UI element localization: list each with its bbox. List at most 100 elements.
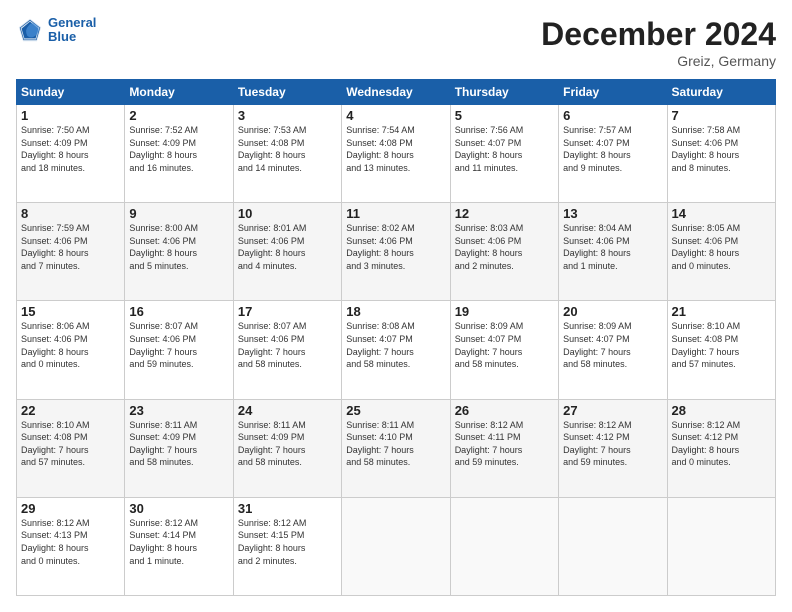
logo-line2: Blue — [48, 30, 96, 44]
logo-line1: General — [48, 16, 96, 30]
table-cell: 30Sunrise: 8:12 AM Sunset: 4:14 PM Dayli… — [125, 497, 233, 595]
logo: General Blue — [16, 16, 96, 45]
day-info: Sunrise: 8:12 AM Sunset: 4:15 PM Dayligh… — [238, 517, 337, 567]
table-cell: 25Sunrise: 8:11 AM Sunset: 4:10 PM Dayli… — [342, 399, 450, 497]
day-number: 3 — [238, 108, 337, 123]
day-info: Sunrise: 8:08 AM Sunset: 4:07 PM Dayligh… — [346, 320, 445, 370]
table-cell: 10Sunrise: 8:01 AM Sunset: 4:06 PM Dayli… — [233, 203, 341, 301]
table-cell: 18Sunrise: 8:08 AM Sunset: 4:07 PM Dayli… — [342, 301, 450, 399]
table-cell: 6Sunrise: 7:57 AM Sunset: 4:07 PM Daylig… — [559, 105, 667, 203]
table-cell: 22Sunrise: 8:10 AM Sunset: 4:08 PM Dayli… — [17, 399, 125, 497]
day-info: Sunrise: 7:57 AM Sunset: 4:07 PM Dayligh… — [563, 124, 662, 174]
table-cell: 27Sunrise: 8:12 AM Sunset: 4:12 PM Dayli… — [559, 399, 667, 497]
day-info: Sunrise: 8:12 AM Sunset: 4:11 PM Dayligh… — [455, 419, 554, 469]
table-cell: 7Sunrise: 7:58 AM Sunset: 4:06 PM Daylig… — [667, 105, 775, 203]
table-cell: 9Sunrise: 8:00 AM Sunset: 4:06 PM Daylig… — [125, 203, 233, 301]
day-number: 20 — [563, 304, 662, 319]
day-info: Sunrise: 8:10 AM Sunset: 4:08 PM Dayligh… — [21, 419, 120, 469]
day-number: 28 — [672, 403, 771, 418]
table-cell: 21Sunrise: 8:10 AM Sunset: 4:08 PM Dayli… — [667, 301, 775, 399]
day-number: 17 — [238, 304, 337, 319]
day-number: 8 — [21, 206, 120, 221]
day-number: 22 — [21, 403, 120, 418]
col-sunday: Sunday — [17, 80, 125, 105]
day-info: Sunrise: 8:11 AM Sunset: 4:09 PM Dayligh… — [238, 419, 337, 469]
day-info: Sunrise: 8:00 AM Sunset: 4:06 PM Dayligh… — [129, 222, 228, 272]
table-cell: 28Sunrise: 8:12 AM Sunset: 4:12 PM Dayli… — [667, 399, 775, 497]
day-info: Sunrise: 8:05 AM Sunset: 4:06 PM Dayligh… — [672, 222, 771, 272]
table-cell: 19Sunrise: 8:09 AM Sunset: 4:07 PM Dayli… — [450, 301, 558, 399]
day-number: 6 — [563, 108, 662, 123]
day-info: Sunrise: 8:12 AM Sunset: 4:12 PM Dayligh… — [563, 419, 662, 469]
table-cell: 16Sunrise: 8:07 AM Sunset: 4:06 PM Dayli… — [125, 301, 233, 399]
day-number: 12 — [455, 206, 554, 221]
col-tuesday: Tuesday — [233, 80, 341, 105]
table-cell: 1Sunrise: 7:50 AM Sunset: 4:09 PM Daylig… — [17, 105, 125, 203]
day-info: Sunrise: 7:58 AM Sunset: 4:06 PM Dayligh… — [672, 124, 771, 174]
day-number: 30 — [129, 501, 228, 516]
day-info: Sunrise: 8:09 AM Sunset: 4:07 PM Dayligh… — [563, 320, 662, 370]
day-info: Sunrise: 8:07 AM Sunset: 4:06 PM Dayligh… — [238, 320, 337, 370]
day-number: 10 — [238, 206, 337, 221]
logo-icon — [16, 16, 44, 44]
day-info: Sunrise: 8:03 AM Sunset: 4:06 PM Dayligh… — [455, 222, 554, 272]
day-info: Sunrise: 7:59 AM Sunset: 4:06 PM Dayligh… — [21, 222, 120, 272]
logo-text: General Blue — [48, 16, 96, 45]
day-number: 13 — [563, 206, 662, 221]
day-info: Sunrise: 8:06 AM Sunset: 4:06 PM Dayligh… — [21, 320, 120, 370]
day-number: 1 — [21, 108, 120, 123]
col-thursday: Thursday — [450, 80, 558, 105]
day-number: 31 — [238, 501, 337, 516]
table-cell: 14Sunrise: 8:05 AM Sunset: 4:06 PM Dayli… — [667, 203, 775, 301]
week-row-1: 1Sunrise: 7:50 AM Sunset: 4:09 PM Daylig… — [17, 105, 776, 203]
header: General Blue December 2024 Greiz, German… — [16, 16, 776, 69]
day-number: 26 — [455, 403, 554, 418]
table-cell — [559, 497, 667, 595]
table-cell: 11Sunrise: 8:02 AM Sunset: 4:06 PM Dayli… — [342, 203, 450, 301]
day-info: Sunrise: 7:53 AM Sunset: 4:08 PM Dayligh… — [238, 124, 337, 174]
location: Greiz, Germany — [541, 53, 776, 69]
day-info: Sunrise: 8:04 AM Sunset: 4:06 PM Dayligh… — [563, 222, 662, 272]
day-info: Sunrise: 8:02 AM Sunset: 4:06 PM Dayligh… — [346, 222, 445, 272]
table-cell: 2Sunrise: 7:52 AM Sunset: 4:09 PM Daylig… — [125, 105, 233, 203]
day-number: 19 — [455, 304, 554, 319]
day-number: 15 — [21, 304, 120, 319]
calendar-header-row: Sunday Monday Tuesday Wednesday Thursday… — [17, 80, 776, 105]
day-info: Sunrise: 8:10 AM Sunset: 4:08 PM Dayligh… — [672, 320, 771, 370]
table-cell: 5Sunrise: 7:56 AM Sunset: 4:07 PM Daylig… — [450, 105, 558, 203]
day-number: 23 — [129, 403, 228, 418]
day-info: Sunrise: 8:09 AM Sunset: 4:07 PM Dayligh… — [455, 320, 554, 370]
table-cell: 29Sunrise: 8:12 AM Sunset: 4:13 PM Dayli… — [17, 497, 125, 595]
table-cell: 23Sunrise: 8:11 AM Sunset: 4:09 PM Dayli… — [125, 399, 233, 497]
table-cell: 13Sunrise: 8:04 AM Sunset: 4:06 PM Dayli… — [559, 203, 667, 301]
table-cell — [342, 497, 450, 595]
week-row-2: 8Sunrise: 7:59 AM Sunset: 4:06 PM Daylig… — [17, 203, 776, 301]
week-row-3: 15Sunrise: 8:06 AM Sunset: 4:06 PM Dayli… — [17, 301, 776, 399]
table-cell: 3Sunrise: 7:53 AM Sunset: 4:08 PM Daylig… — [233, 105, 341, 203]
day-number: 7 — [672, 108, 771, 123]
table-cell: 15Sunrise: 8:06 AM Sunset: 4:06 PM Dayli… — [17, 301, 125, 399]
day-info: Sunrise: 7:52 AM Sunset: 4:09 PM Dayligh… — [129, 124, 228, 174]
day-number: 2 — [129, 108, 228, 123]
day-info: Sunrise: 8:12 AM Sunset: 4:12 PM Dayligh… — [672, 419, 771, 469]
table-cell: 20Sunrise: 8:09 AM Sunset: 4:07 PM Dayli… — [559, 301, 667, 399]
day-number: 5 — [455, 108, 554, 123]
day-number: 16 — [129, 304, 228, 319]
day-info: Sunrise: 8:07 AM Sunset: 4:06 PM Dayligh… — [129, 320, 228, 370]
month-title: December 2024 — [541, 16, 776, 53]
day-number: 14 — [672, 206, 771, 221]
table-cell — [450, 497, 558, 595]
day-number: 11 — [346, 206, 445, 221]
table-cell: 31Sunrise: 8:12 AM Sunset: 4:15 PM Dayli… — [233, 497, 341, 595]
day-number: 27 — [563, 403, 662, 418]
day-number: 9 — [129, 206, 228, 221]
title-block: December 2024 Greiz, Germany — [541, 16, 776, 69]
col-friday: Friday — [559, 80, 667, 105]
table-cell: 26Sunrise: 8:12 AM Sunset: 4:11 PM Dayli… — [450, 399, 558, 497]
day-info: Sunrise: 7:50 AM Sunset: 4:09 PM Dayligh… — [21, 124, 120, 174]
calendar-table: Sunday Monday Tuesday Wednesday Thursday… — [16, 79, 776, 596]
col-saturday: Saturday — [667, 80, 775, 105]
page: General Blue December 2024 Greiz, German… — [0, 0, 792, 612]
day-info: Sunrise: 8:12 AM Sunset: 4:14 PM Dayligh… — [129, 517, 228, 567]
day-info: Sunrise: 8:11 AM Sunset: 4:10 PM Dayligh… — [346, 419, 445, 469]
